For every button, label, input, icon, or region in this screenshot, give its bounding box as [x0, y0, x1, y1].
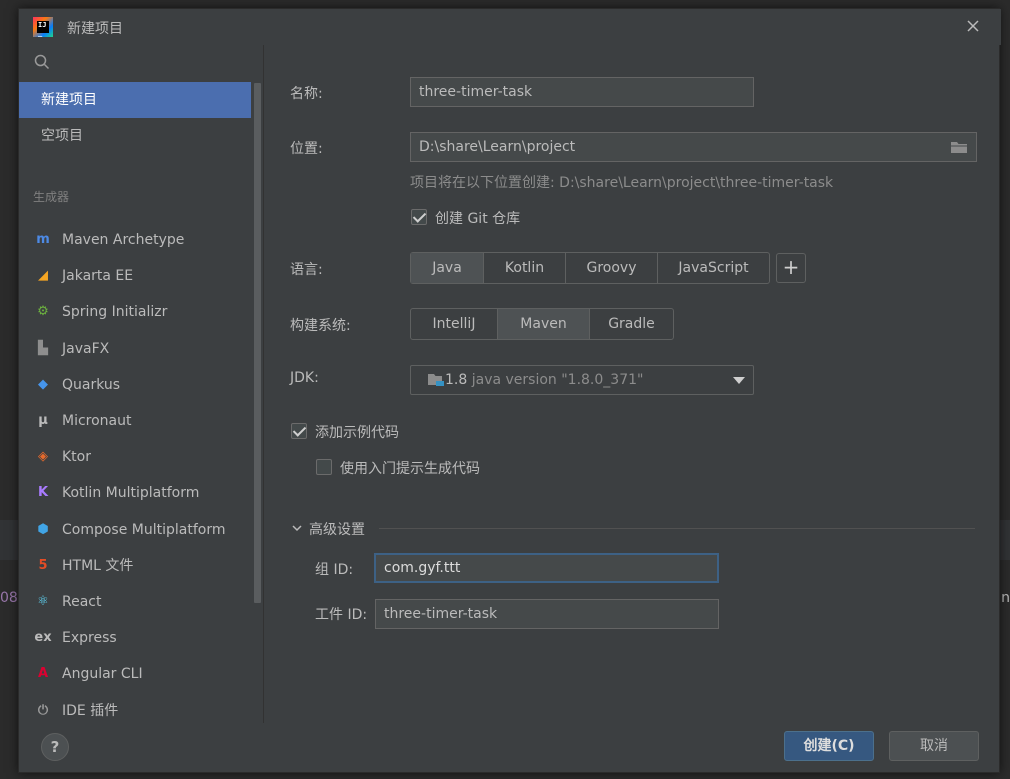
name-label: 名称: [290, 86, 323, 102]
group-id-label: 组 ID: [315, 562, 354, 578]
sidebar-item-empty-project[interactable]: 空项目 [19, 118, 251, 154]
sidebar-item-generator[interactable]: ◆ Quarkus [33, 367, 120, 403]
artifact-id-label: 工件 ID: [315, 607, 368, 623]
micronaut-icon: μ [38, 413, 48, 428]
sidebar-item-label: Express [62, 630, 117, 647]
location-field[interactable]: D:\share\Learn\project [410, 132, 977, 162]
react-icon: ⚛ [37, 594, 49, 609]
language-selector: Java Kotlin Groovy JavaScript [410, 252, 770, 284]
ide-right-fragment: n [1001, 590, 1010, 606]
jdk-folder-icon [428, 374, 444, 386]
html5-icon: 5 [38, 557, 48, 573]
onboarding-tips-label: 使用入门提示生成代码 [340, 461, 480, 477]
sidebar-item-label: Spring Initializr [62, 304, 168, 321]
new-project-dialog: IJ _ 新建项目 新建项目 空项目 生成器 m Maven Archetype ◢ J… [18, 8, 1001, 773]
jakarta-icon: ◢ [38, 268, 48, 284]
language-kotlin-option[interactable]: Kotlin [483, 253, 565, 283]
search-icon[interactable] [33, 53, 51, 71]
location-label: 位置: [290, 141, 323, 157]
sidebar-item-generator[interactable]: A Angular CLI [33, 656, 143, 692]
close-icon[interactable] [965, 18, 981, 34]
jdk-label: JDK: [290, 370, 319, 386]
javafx-icon: ▙ [38, 340, 48, 356]
sidebar-item-label: React [62, 594, 102, 610]
sidebar-item-generator[interactable]: m Maven Archetype [33, 222, 184, 258]
sidebar-item-label: HTML 文件 [62, 557, 134, 574]
artifact-id-field[interactable]: three-timer-task [375, 599, 719, 629]
intellij-icon: IJ _ [33, 17, 53, 37]
sidebar-item-generator[interactable]: ◢ Jakarta EE [33, 258, 133, 294]
sidebar-scrollbar[interactable] [251, 81, 263, 659]
sidebar-item-generator[interactable]: ⚛ React [33, 584, 101, 620]
quarkus-icon: ◆ [38, 376, 48, 392]
build-intellij-option[interactable]: IntelliJ [411, 309, 497, 339]
sidebar-item-label: 新建项目 [41, 92, 97, 108]
chevron-down-icon [733, 377, 745, 384]
name-field[interactable]: three-timer-task [410, 77, 754, 107]
git-repo-checkbox[interactable] [411, 209, 427, 225]
dialog-titlebar: IJ _ 新建项目 [19, 9, 1001, 45]
sidebar-item-generator[interactable]: ⏻ IDE 插件 [33, 693, 118, 729]
sidebar-item-generator[interactable]: ⬢ Compose Multiplatform [33, 512, 226, 548]
maven-icon: m [36, 232, 50, 247]
sidebar-item-label: Ktor [62, 449, 91, 466]
sidebar-item-generator[interactable]: ▙ JavaFX [33, 331, 109, 367]
angular-icon: A [37, 666, 49, 682]
advanced-settings-toggle[interactable]: 高级设置 [309, 519, 365, 539]
help-button[interactable]: ? [41, 733, 69, 761]
spring-icon: ⚙ [37, 304, 49, 320]
sidebar-item-generator[interactable]: K Kotlin Multiplatform [33, 475, 199, 511]
language-groovy-option[interactable]: Groovy [565, 253, 657, 283]
sidebar-scroll-thumb[interactable] [254, 83, 261, 603]
add-language-button[interactable]: + [776, 253, 806, 283]
dialog-title: 新建项目 [67, 21, 123, 37]
sidebar-item-generator[interactable]: ⚙ Spring Initializr [33, 294, 167, 330]
cancel-button[interactable]: 取消 [889, 731, 979, 761]
sidebar-item-generator[interactable]: ex Express [33, 620, 117, 656]
location-hint: 项目将在以下位置创建: D:\share\Learn\project\three… [410, 175, 834, 191]
sidebar-item-label: Compose Multiplatform [62, 521, 226, 538]
git-repo-label: 创建 Git 仓库 [435, 211, 521, 227]
kotlin-icon: K [37, 485, 49, 501]
onboarding-tips-checkbox[interactable] [316, 459, 332, 475]
sample-code-checkbox[interactable] [291, 423, 307, 439]
sidebar-item-generator[interactable]: 5 HTML 文件 [33, 548, 133, 584]
sidebar-item-label: Micronaut [62, 413, 132, 429]
build-system-label: 构建系统: [290, 318, 351, 334]
sidebar-item-label: Angular CLI [62, 666, 143, 683]
sidebar-item-label: 空项目 [41, 128, 83, 144]
sample-code-label: 添加示例代码 [315, 425, 399, 441]
jdk-version: 1.8 [445, 372, 468, 388]
sidebar-item-new-project[interactable]: 新建项目 [19, 82, 251, 118]
compose-icon: ⬢ [37, 521, 49, 537]
jdk-detail: java version "1.8.0_371" [471, 372, 644, 388]
sidebar-item-generator[interactable]: ◈ Ktor [33, 439, 91, 475]
sidebar-item-label: Quarkus [62, 376, 121, 393]
sidebar-item-label: JavaFX [62, 340, 110, 357]
build-gradle-option[interactable]: Gradle [589, 309, 673, 339]
jdk-dropdown[interactable]: 1.8 java version "1.8.0_371" [410, 365, 754, 395]
location-value: D:\share\Learn\project [419, 139, 576, 155]
chevron-down-icon[interactable] [291, 522, 303, 534]
advanced-settings-divider [379, 528, 975, 529]
build-maven-option[interactable]: Maven [497, 309, 589, 339]
sidebar-item-label: Maven Archetype [62, 232, 185, 248]
project-type-sidebar: 新建项目 空项目 生成器 m Maven Archetype ◢ Jakarta EE… [19, 45, 264, 723]
sidebar-item-label: Jakarta EE [62, 268, 134, 285]
sidebar-item-label: IDE 插件 [62, 702, 119, 719]
ide-left-fragment: 08 [0, 590, 18, 606]
folder-browse-icon[interactable] [950, 140, 968, 154]
build-system-selector: IntelliJ Maven Gradle [410, 308, 674, 340]
ktor-icon: ◈ [38, 449, 48, 465]
plugin-icon: ⏻ [37, 702, 49, 718]
create-button[interactable]: 创建(C) [784, 731, 874, 761]
generators-section-label: 生成器 [33, 190, 70, 204]
language-label: 语言: [290, 262, 323, 278]
language-java-option[interactable]: Java [411, 253, 483, 283]
sidebar-item-label: Kotlin Multiplatform [62, 485, 200, 502]
sidebar-item-generator[interactable]: μ Micronaut [33, 403, 132, 439]
express-icon: ex [34, 630, 52, 646]
language-javascript-option[interactable]: JavaScript [657, 253, 769, 283]
group-id-field[interactable]: com.gyf.ttt [374, 553, 719, 583]
